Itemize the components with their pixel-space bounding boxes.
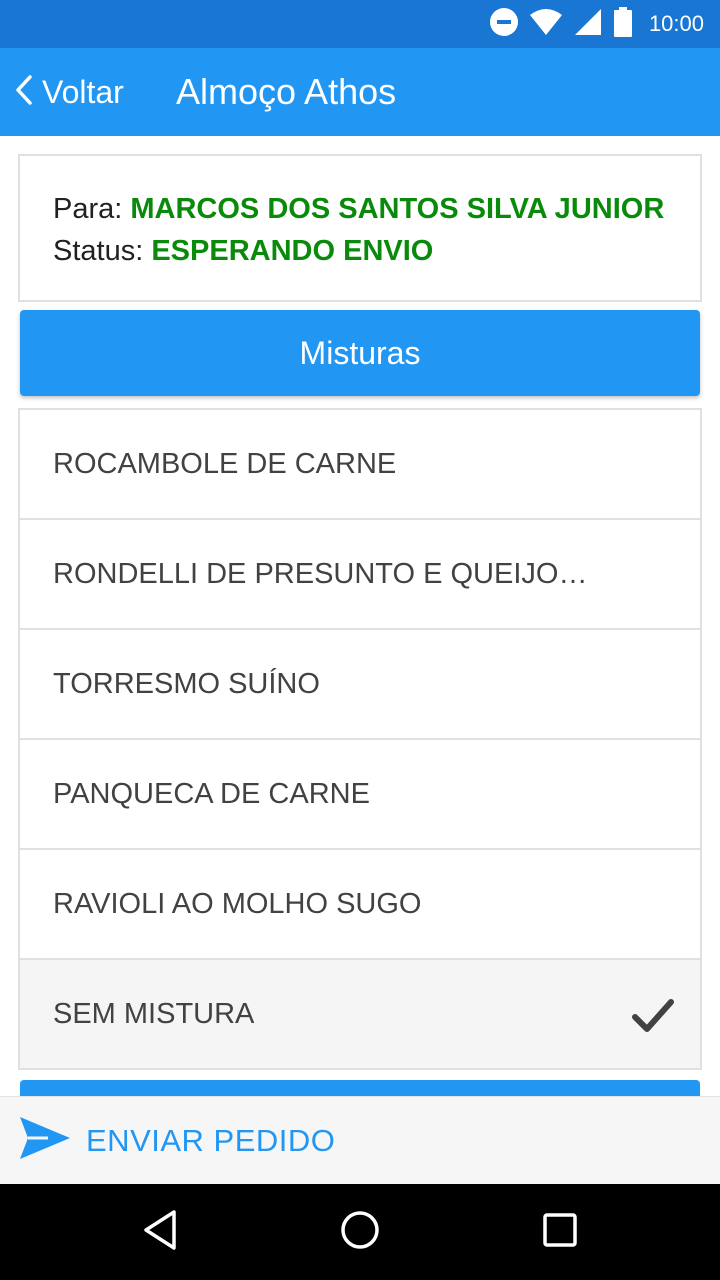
nav-back-button[interactable] [100,1184,220,1280]
status-line: Status: ESPERANDO ENVIO [53,230,668,272]
list-item[interactable]: ROCAMBOLE DE CARNE [20,410,700,520]
status-bar: 10:00 [0,0,720,48]
recents-square-icon [541,1211,579,1254]
item-label: SEM MISTURA [53,997,255,1030]
item-label: RONDELLI DE PRESUNTO E QUEIJO AO MOLHO B… [53,557,593,590]
system-nav-bar [0,1184,720,1280]
item-label: TORRESMO SUÍNO [53,667,320,700]
list-item[interactable]: RAVIOLI AO MOLHO SUGO [20,850,700,960]
status-label: Status: [53,235,144,267]
battery-icon [613,6,633,42]
item-list: ROCAMBOLE DE CARNE RONDELLI DE PRESUNTO … [18,408,702,1070]
content-area: Para: MARCOS DOS SANTOS SILVA JUNIOR Sta… [0,136,720,1096]
wifi-icon [529,7,563,42]
recipient-line: Para: MARCOS DOS SANTOS SILVA JUNIOR [53,188,668,230]
app-bar: Voltar Almoço Athos [0,48,720,136]
list-item[interactable]: TORRESMO SUÍNO [20,630,700,740]
list-item[interactable]: SEM MISTURA [20,960,700,1070]
check-icon [632,998,674,1039]
status-icons: 10:00 [489,0,704,48]
page-title: Almoço Athos [176,71,397,112]
status-value: ESPERANDO ENVIO [151,235,434,267]
nav-recents-button[interactable] [500,1184,620,1280]
item-label: PANQUECA DE CARNE [53,777,370,810]
section-header-misturas[interactable]: Misturas [20,310,700,396]
order-info-card: Para: MARCOS DOS SANTOS SILVA JUNIOR Sta… [18,154,702,302]
back-label: Voltar [42,73,124,110]
home-circle-icon [339,1209,381,1256]
chevron-left-icon [12,73,42,112]
next-section-header[interactable] [20,1080,700,1096]
signal-icon [573,7,603,42]
recipient-value: MARCOS DOS SANTOS SILVA JUNIOR [130,193,665,225]
item-label: RAVIOLI AO MOLHO SUGO [53,887,422,920]
list-item[interactable]: PANQUECA DE CARNE [20,740,700,850]
recipient-label: Para: [53,193,123,225]
do-not-disturb-icon [489,7,519,42]
send-order-label: ENVIAR PEDIDO [86,1122,336,1158]
status-time: 10:00 [648,11,704,36]
back-triangle-icon [140,1209,180,1256]
item-label: ROCAMBOLE DE CARNE [53,447,397,480]
back-button[interactable]: Voltar [12,48,124,136]
send-icon [18,1115,72,1166]
list-item[interactable]: RONDELLI DE PRESUNTO E QUEIJO AO MOLHO B… [20,520,700,630]
send-order-button[interactable]: ENVIAR PEDIDO [0,1096,720,1184]
nav-home-button[interactable] [300,1184,420,1280]
